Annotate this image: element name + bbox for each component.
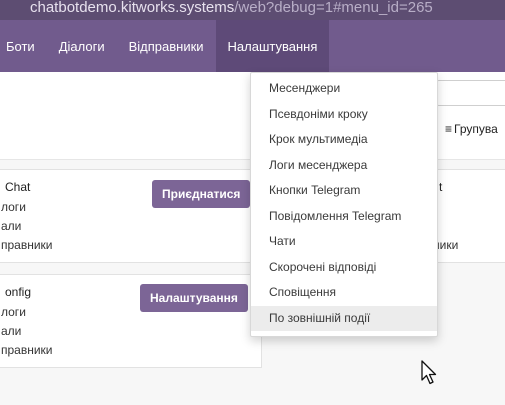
menu-item-messenger-logs[interactable]: Логи месенджера xyxy=(251,153,437,179)
nav-item-bots[interactable]: Боти xyxy=(0,20,47,72)
settings-button[interactable]: Налаштування xyxy=(140,284,248,312)
card-title: t xyxy=(439,180,443,194)
menu-item-messengers[interactable]: Месенджери xyxy=(251,76,437,102)
menu-item-external-event[interactable]: По зовнішній події xyxy=(251,305,437,331)
nav-item-senders[interactable]: Відправники xyxy=(117,20,216,72)
settings-dropdown-menu: Месенджери Псевдоніми кроку Крок мультим… xyxy=(250,72,438,337)
mouse-pointer-icon xyxy=(421,360,437,385)
menu-item-chats[interactable]: Чати xyxy=(251,229,437,255)
card-title: Chat xyxy=(5,180,31,194)
browser-address-bar[interactable]: chatbotdemo.kitworks.systems/web?debug=1… xyxy=(0,0,505,20)
menu-item-telegram-messages[interactable]: Повідомлення Telegram xyxy=(251,204,437,230)
top-navbar: Боти Діалоги Відправники Налаштування xyxy=(0,20,505,72)
card-link-dialogs[interactable]: логи xyxy=(1,200,26,214)
bot-card[interactable]: onfig логи али правники Налаштування xyxy=(0,274,262,368)
bot-card[interactable]: Chat логи али правники Приєднатися xyxy=(0,169,262,263)
search-input[interactable] xyxy=(436,80,505,106)
nav-item-settings[interactable]: Налаштування xyxy=(215,20,330,72)
card-link-channels[interactable]: али xyxy=(1,219,21,233)
menu-item-step-aliases[interactable]: Псевдоніми кроку xyxy=(251,102,437,128)
card-link-senders[interactable]: правники xyxy=(1,343,53,357)
url-host: chatbotdemo.kitworks.systems xyxy=(30,0,235,16)
join-button[interactable]: Приєднатися xyxy=(152,180,251,208)
menu-item-notifications[interactable]: Сповіщення xyxy=(251,280,437,306)
group-by-label: Групува xyxy=(454,122,498,136)
card-link-senders[interactable]: правники xyxy=(1,238,53,252)
menu-item-step-multimedia[interactable]: Крок мультимедіа xyxy=(251,127,437,153)
url-path: /web?debug=1#menu_id=265 xyxy=(234,0,433,16)
card-link-channels[interactable]: али xyxy=(1,324,21,338)
group-by-button[interactable]: ≡ Групува xyxy=(445,122,498,136)
menu-item-quick-replies[interactable]: Скорочені відповіді xyxy=(251,255,437,281)
card-title: onfig xyxy=(5,285,32,299)
menu-item-telegram-buttons[interactable]: Кнопки Telegram xyxy=(251,178,437,204)
nav-item-dialogs[interactable]: Діалоги xyxy=(47,20,117,72)
group-by-icon: ≡ xyxy=(445,122,453,136)
card-link-dialogs[interactable]: логи xyxy=(1,305,26,319)
